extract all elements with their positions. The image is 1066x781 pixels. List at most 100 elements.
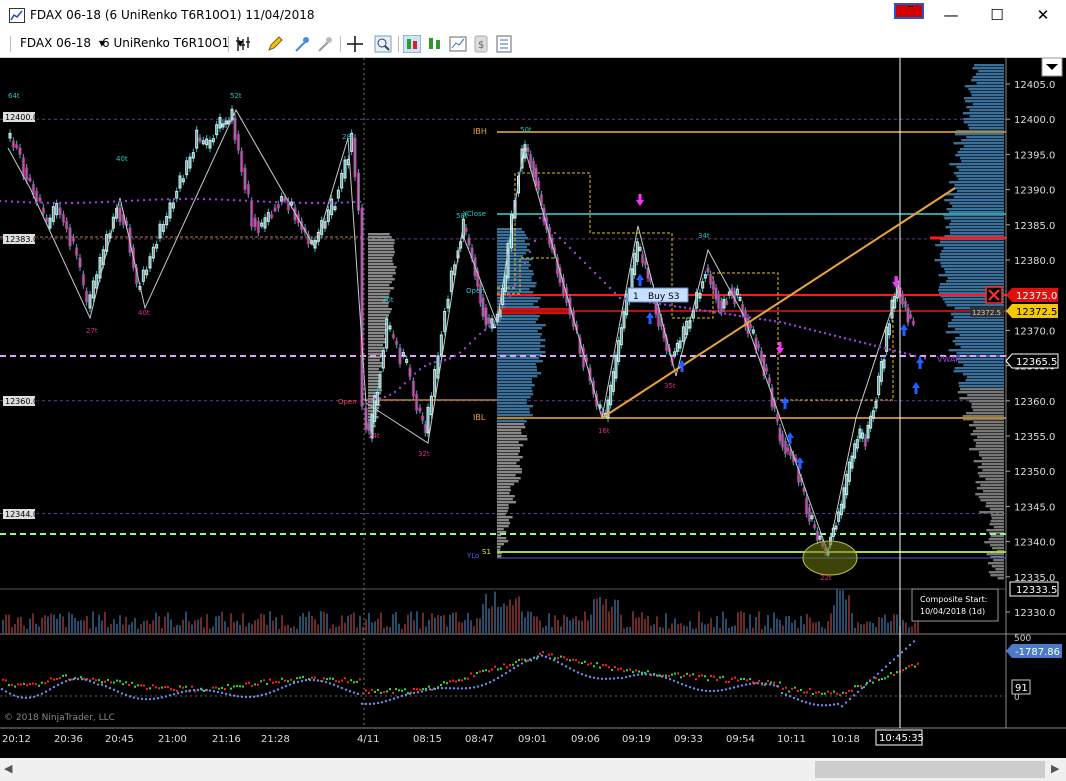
osc-mark	[800, 688, 802, 691]
close-button[interactable]: ✕	[1020, 0, 1066, 31]
volume-bar	[62, 616, 64, 633]
arrow-stem	[788, 438, 792, 444]
osc-mark	[569, 659, 571, 662]
minimize-button[interactable]: —	[928, 0, 974, 31]
volume-bar	[791, 622, 793, 633]
osc-dot	[160, 696, 164, 699]
profile-bar	[497, 366, 537, 369]
vwap-dot	[508, 294, 512, 298]
cancel-order-button[interactable]	[985, 286, 1003, 304]
volume-bar	[458, 621, 460, 633]
osc-mark	[779, 681, 781, 684]
zoom-icon[interactable]	[374, 35, 392, 53]
profile-bar	[977, 466, 1004, 469]
volume-bar	[89, 628, 91, 633]
vwap-dot	[588, 266, 592, 270]
osc-mark	[227, 683, 229, 686]
vwap-dot	[373, 398, 377, 401]
alert-indicator[interactable]	[894, 3, 924, 19]
profile-bar	[368, 305, 389, 308]
volume-bar	[743, 612, 745, 633]
osc-mark	[146, 687, 148, 690]
drawing-pencil-icon[interactable]	[266, 35, 284, 53]
osc-mark	[581, 662, 583, 665]
volume-bar	[452, 612, 454, 633]
volume-bar	[881, 617, 883, 633]
osc-mark	[335, 680, 337, 683]
scroll-right-arrow[interactable]: ▶	[1051, 762, 1059, 775]
volume-bar	[395, 612, 397, 633]
volume-bar	[728, 627, 730, 633]
axis-menu-button[interactable]	[1041, 58, 1063, 77]
chart-style-icon[interactable]	[235, 35, 253, 53]
osc-dot	[412, 691, 416, 695]
volume-bar	[101, 620, 103, 633]
strategy-icon[interactable]	[317, 35, 335, 53]
profile-bar	[497, 504, 509, 507]
osc-dot	[756, 682, 760, 685]
osc-dot	[8, 692, 12, 695]
scroll-left-arrow[interactable]: ◀	[4, 762, 12, 775]
vwap-dot	[28, 201, 32, 204]
osc-mark	[224, 688, 226, 691]
properties-icon[interactable]	[495, 35, 513, 53]
volume-bar	[656, 616, 658, 633]
osc-mark	[464, 677, 466, 680]
price-chart[interactable]: 12400.0 12383.0 12360.0 12344.0 IBH IBL …	[0, 58, 1066, 758]
vwap-dot	[448, 357, 452, 360]
data-box-icon[interactable]	[449, 35, 467, 53]
osc-mark	[152, 684, 154, 687]
osc-mark	[452, 679, 454, 682]
add-indicator-icon[interactable]	[294, 35, 312, 53]
volume-bar	[713, 626, 715, 633]
volume-bar	[617, 600, 619, 633]
osc-mark	[884, 677, 886, 680]
instrument-selector[interactable]: FDAX 06-18 ▾	[20, 36, 105, 50]
scroll-thumb[interactable]	[815, 761, 1045, 778]
volume-bar	[461, 622, 463, 633]
horizontal-scrollbar[interactable]: ◀ ▶	[0, 758, 1066, 781]
osc-mark	[827, 690, 829, 693]
profile-bar	[368, 374, 379, 377]
osc-mark	[32, 682, 34, 685]
profile-bar	[959, 148, 1004, 151]
osc-mark	[803, 691, 805, 694]
vwap-dot	[40, 201, 44, 204]
vwap-dot	[46, 201, 50, 205]
osc-dot	[868, 679, 872, 683]
osc-mark	[62, 674, 64, 677]
dollar-icon[interactable]: $	[472, 35, 490, 53]
profile-bar	[985, 505, 1004, 508]
profile-bar	[981, 463, 1004, 466]
profile-bar	[497, 462, 517, 465]
volume-bar	[182, 619, 184, 633]
chart-trader-icon[interactable]	[403, 35, 421, 53]
osc-mark	[329, 677, 331, 680]
osc-mark	[383, 691, 385, 694]
profile-bar	[969, 115, 1004, 118]
osc-mark	[185, 685, 187, 688]
osc-dot	[132, 696, 136, 699]
volume-bar	[107, 627, 109, 633]
time-axis[interactable]: 20:12 20:36 20:45 21:00 21:16 21:28 4/11 08:15 0…	[2, 734, 860, 745]
candlestick-icon[interactable]	[426, 35, 444, 53]
maximize-button[interactable]: ☐	[974, 0, 1020, 31]
osc-mark	[50, 677, 52, 680]
osc-mark	[608, 666, 610, 669]
profile-bar	[497, 411, 530, 414]
osc-dot	[248, 695, 252, 699]
osc-dot	[884, 665, 888, 668]
bar-type-selector[interactable]: 6 UniRenko T6R10O1 ▾	[102, 36, 243, 50]
profile-bar	[947, 325, 1004, 328]
vwap-dot	[818, 330, 822, 334]
volume-bar	[668, 628, 670, 633]
osc-dot	[656, 674, 660, 677]
left-level-label: 12400.0	[5, 113, 38, 122]
swing-label: 64t	[8, 92, 20, 100]
order-marker[interactable]: 1 Buy S3	[627, 287, 689, 303]
crosshair-icon[interactable]	[346, 35, 364, 53]
osc-dot	[520, 662, 524, 665]
osc-dot	[584, 674, 588, 677]
chart-app-icon	[9, 8, 25, 23]
osc-mark	[53, 678, 55, 681]
